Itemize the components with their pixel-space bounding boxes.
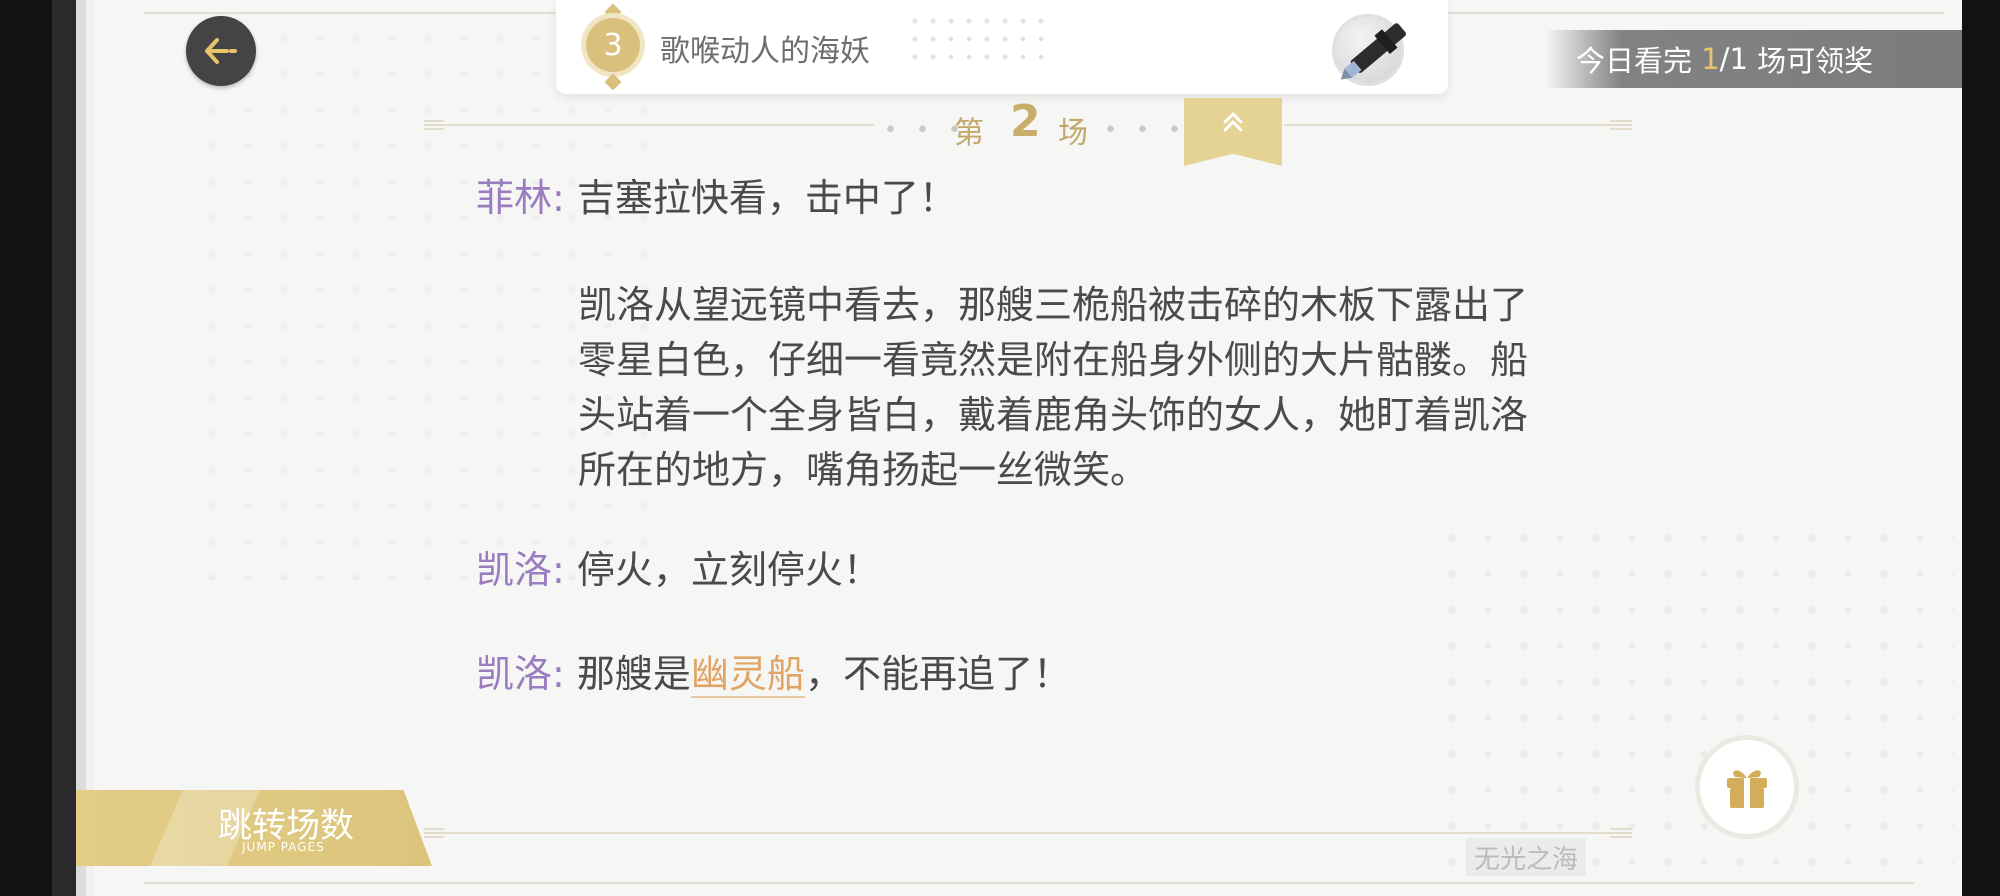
narration-line: 所在的地方，嘴角扬起一丝微笑。 [578, 448, 1149, 492]
scene-dots-right: • • • [1104, 118, 1187, 143]
gift-button[interactable] [1700, 740, 1794, 834]
reward-total: /1 [1719, 42, 1748, 76]
divider-cap [424, 120, 444, 130]
back-arrow-icon [205, 38, 237, 64]
divider [144, 882, 1914, 884]
pen-icon [1340, 23, 1406, 80]
dialogue-text: 吉塞拉快看，击中了！ [576, 176, 957, 220]
scene-prefix: 第 [954, 116, 984, 151]
narration-line: 头站着一个全身皆白，戴着鹿角头饰的女人，她盯着凯洛 [578, 393, 1529, 437]
divider-cap [1610, 828, 1632, 838]
decorative-dots [906, 12, 1056, 68]
dialogue-text: 停火，立刻停火！ [576, 548, 881, 592]
narration-block: 凯洛从望远镜中看去，那艘三桅船被击碎的木板下露出了 零星白色，仔细一看竟然是附在… [578, 278, 1588, 498]
book-spine-stripe [52, 0, 78, 896]
back-button[interactable] [186, 16, 256, 86]
collapse-chevron-icon [1223, 112, 1243, 132]
chapter-title: 歌喉动人的海妖 [660, 34, 870, 69]
dialogue-line: 菲林: 吉塞拉快看，击中了！ [476, 170, 957, 226]
bottom-divider [424, 832, 1632, 834]
notes-button[interactable] [1332, 14, 1406, 86]
page-edge [76, 0, 86, 896]
chapter-badge-ornament [604, 73, 622, 91]
speaker-name: 菲林: [476, 176, 565, 220]
chapter-number-badge: 3 [586, 18, 640, 72]
scene-divider-right [1284, 124, 1632, 126]
divider-cap [1610, 120, 1632, 130]
narration-line: 零星白色，仔细一看竟然是附在船身外侧的大片骷髅。船 [578, 338, 1529, 382]
daily-reward-banner: 今日看完 1 /1 场可领奖 [1546, 30, 1962, 88]
jump-pages-sublabel: JUMP PAGES [242, 840, 325, 854]
screen-edge [1962, 0, 2000, 896]
reward-text-prefix: 今日看完 [1576, 44, 1702, 78]
reward-progress: 1 [1701, 42, 1720, 76]
divider-cap [424, 828, 444, 838]
reward-text-suffix: 场可领奖 [1747, 44, 1874, 78]
chapter-tab[interactable]: 3 歌喉动人的海妖 [556, 0, 1448, 94]
speaker-name: 凯洛: [476, 652, 565, 696]
narration-line: 凯洛从望远镜中看去，那艘三桅船被击碎的木板下露出了 [578, 283, 1529, 327]
dialogue-line: 凯洛: 停火，立刻停火！ [476, 542, 881, 598]
book-spine [0, 0, 52, 896]
dialogue-line: 凯洛: 那艘是幽灵船，不能再追了！ [476, 646, 1071, 702]
scene-number: 2 [1010, 96, 1041, 147]
dialogue-text: ，不能再追了！ [804, 652, 1071, 696]
page-edge-inner [86, 0, 94, 896]
dialogue-text: 那艘是 [576, 652, 691, 696]
speaker-name: 凯洛: [476, 548, 565, 592]
gift-icon [1727, 770, 1767, 808]
decorative-pattern [1434, 520, 1954, 880]
scene-suffix: 场 [1058, 116, 1088, 151]
keyword-link[interactable]: 幽灵船 [690, 652, 805, 698]
chapter-watermark: 无光之海 [1466, 838, 1586, 876]
scene-divider-left [424, 124, 874, 126]
